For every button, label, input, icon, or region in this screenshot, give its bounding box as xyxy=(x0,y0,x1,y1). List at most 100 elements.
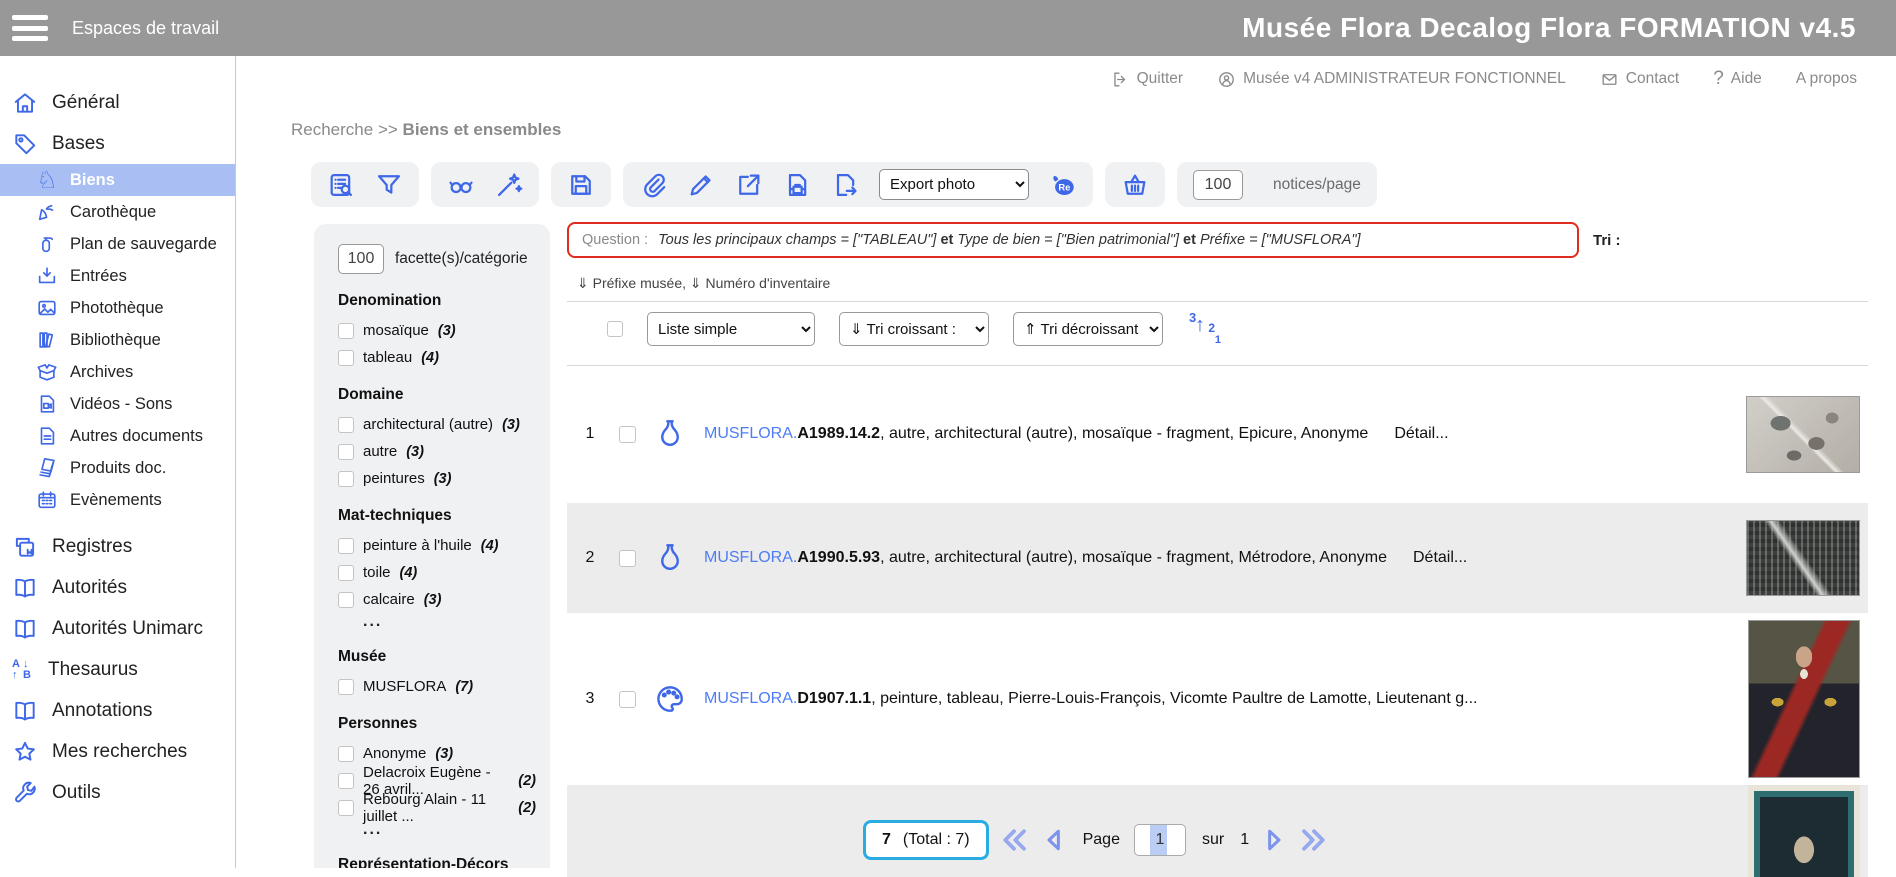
sidebar-item-produits-doc[interactable]: Produits doc. xyxy=(0,452,235,484)
previous-page-icon[interactable] xyxy=(1039,825,1069,855)
facet-item: tableau(4) xyxy=(338,344,536,371)
notices-per-page-input[interactable] xyxy=(1193,170,1243,200)
facet-item: architectural (autre)(3) xyxy=(338,411,536,438)
sidebar-item-biens[interactable]: ♘ Biens xyxy=(0,164,235,196)
sidebar-item-general[interactable]: Général xyxy=(0,82,235,123)
sidebar-item-entrees[interactable]: Entrées xyxy=(0,260,235,292)
workspace-label[interactable]: Espaces de travail xyxy=(72,18,219,39)
page-number-input[interactable] xyxy=(1134,824,1186,856)
star-icon xyxy=(12,739,38,765)
palette-icon xyxy=(654,683,686,715)
recolnat-bee-icon[interactable]: Re xyxy=(1049,171,1077,199)
print-document-icon[interactable] xyxy=(783,171,811,199)
facet-checkbox[interactable] xyxy=(338,592,354,608)
result-thumbnail[interactable] xyxy=(1746,520,1860,596)
sidebar-item-mes-recherches[interactable]: Mes recherches xyxy=(0,731,235,772)
logout-icon xyxy=(1111,70,1130,89)
about-button[interactable]: A propos xyxy=(1796,70,1857,88)
sidebar: Général Bases ♘ Biens Carothèque Plan de… xyxy=(0,56,236,868)
sidebar-item-phototheque[interactable]: Photothèque xyxy=(0,292,235,324)
numeric-sort-icon[interactable]: 3 ↑ 2 1 xyxy=(1187,312,1221,346)
sort-descending-select[interactable]: ⇑ Tri décroissant : xyxy=(1013,312,1163,346)
facet-checkbox[interactable] xyxy=(338,565,354,581)
sidebar-item-autorites[interactable]: Autorités xyxy=(0,567,235,608)
facet-checkbox[interactable] xyxy=(338,773,354,789)
sidebar-item-registres[interactable]: Registres xyxy=(0,526,235,567)
facet-checkbox[interactable] xyxy=(338,444,354,460)
contact-button[interactable]: Contact xyxy=(1600,70,1679,89)
paperclip-icon[interactable] xyxy=(639,171,667,199)
record-link[interactable]: MUSFLORA. xyxy=(704,690,797,707)
record-link[interactable]: MUSFLORA. xyxy=(704,425,797,442)
basket-icon[interactable] xyxy=(1121,171,1149,199)
glasses-icon[interactable] xyxy=(447,171,475,199)
facets-panel: facette(s)/catégorie Denomination mosaïq… xyxy=(314,224,550,868)
result-row: 2 MUSFLORA.A1990.5.93, autre, architectu… xyxy=(567,503,1868,613)
quit-button[interactable]: Quitter xyxy=(1111,70,1184,89)
next-page-icon[interactable] xyxy=(1259,825,1289,855)
list-search-icon[interactable] xyxy=(327,171,355,199)
sidebar-item-outils[interactable]: Outils xyxy=(0,772,235,813)
export-document-icon[interactable] xyxy=(831,171,859,199)
sidebar-item-carotheque[interactable]: Carothèque xyxy=(0,196,235,228)
open-book-icon xyxy=(12,575,38,601)
sidebar-item-archives[interactable]: Archives xyxy=(0,356,235,388)
sidebar-item-plan-sauvegarde[interactable]: Plan de sauvegarde xyxy=(0,228,235,260)
first-page-icon[interactable] xyxy=(999,825,1029,855)
sidebar-item-bibliotheque[interactable]: Bibliothèque xyxy=(0,324,235,356)
record-link[interactable]: MUSFLORA. xyxy=(704,549,797,566)
result-thumbnail[interactable] xyxy=(1748,785,1860,877)
sort-ascending-select[interactable]: ⇓ Tri croissant : xyxy=(839,312,989,346)
row-checkbox[interactable] xyxy=(619,550,636,567)
result-total: (Total : 7) xyxy=(903,831,970,849)
facet-checkbox[interactable] xyxy=(338,538,354,554)
sidebar-item-thesaurus[interactable]: A↓ ↑B Thesaurus xyxy=(0,649,235,690)
toolbar-group-view xyxy=(431,162,539,207)
current-sort-info: ⇓ Préfixe musée, ⇓ Numéro d'inventaire xyxy=(567,275,1868,292)
facet-checkbox[interactable] xyxy=(338,471,354,487)
pencil-icon[interactable] xyxy=(687,171,715,199)
facet-item: autre(3) xyxy=(338,438,536,465)
sidebar-item-bases[interactable]: Bases xyxy=(0,123,235,164)
sidebar-item-autres-documents[interactable]: Autres documents xyxy=(0,420,235,452)
row-checkbox[interactable] xyxy=(619,426,636,443)
facet-checkbox[interactable] xyxy=(338,323,354,339)
select-all-checkbox[interactable] xyxy=(607,321,623,337)
last-page-icon[interactable] xyxy=(1299,825,1329,855)
detail-link[interactable]: Détail... xyxy=(1413,549,1467,566)
save-icon[interactable] xyxy=(567,171,595,199)
facets-per-category-label: facette(s)/catégorie xyxy=(395,250,528,268)
help-button[interactable]: ? Aide xyxy=(1713,68,1762,90)
magic-wand-icon[interactable] xyxy=(495,171,523,199)
facet-checkbox[interactable] xyxy=(338,800,354,816)
facet-item: Rebourg Alain - 11 juillet ...(2) xyxy=(338,794,536,821)
current-user[interactable]: Musée v4 ADMINISTRATEUR FONCTIONNEL xyxy=(1217,70,1566,89)
user-icon xyxy=(1217,70,1236,89)
sidebar-item-evenements[interactable]: Evènements xyxy=(0,484,235,516)
result-thumbnail[interactable] xyxy=(1748,620,1860,778)
external-link-icon[interactable] xyxy=(735,171,763,199)
view-mode-select[interactable]: Liste simple xyxy=(647,312,815,346)
result-thumbnail[interactable] xyxy=(1746,396,1860,473)
facet-checkbox[interactable] xyxy=(338,350,354,366)
facets-per-category-input[interactable] xyxy=(338,244,384,274)
facet-item: peinture à l'huile(4) xyxy=(338,532,536,559)
sort-label: Tri : xyxy=(1593,232,1621,249)
hamburger-menu-icon[interactable] xyxy=(12,15,48,41)
facet-more-button[interactable]: ... xyxy=(338,613,536,633)
sidebar-item-videos-sons[interactable]: Vidéos - Sons xyxy=(0,388,235,420)
facet-checkbox[interactable] xyxy=(338,679,354,695)
sidebar-item-autorites-unimarc[interactable]: Autorités Unimarc xyxy=(0,608,235,649)
detail-link[interactable]: Détail... xyxy=(1394,425,1448,442)
open-book-icon xyxy=(12,616,38,642)
fire-extinguisher-icon xyxy=(36,233,58,255)
result-text: MUSFLORA.A1989.14.2, autre, architectura… xyxy=(704,425,1730,443)
question-label: Question : xyxy=(582,232,648,248)
facet-checkbox[interactable] xyxy=(338,417,354,433)
sidebar-item-annotations[interactable]: Annotations xyxy=(0,690,235,731)
filter-icon[interactable] xyxy=(375,171,403,199)
export-photo-select[interactable]: Export photo xyxy=(879,169,1029,200)
row-checkbox[interactable] xyxy=(619,691,636,708)
result-count-box: 7 (Total : 7) xyxy=(863,820,989,860)
facet-checkbox[interactable] xyxy=(338,746,354,762)
